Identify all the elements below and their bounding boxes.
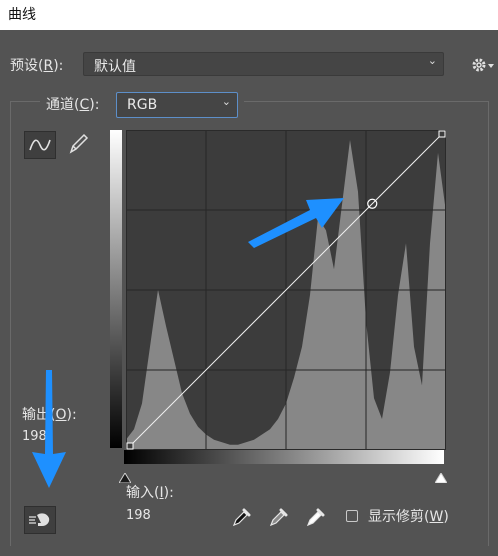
group-border-right	[488, 101, 489, 546]
input-value[interactable]: 198	[126, 508, 151, 523]
pencil-icon	[69, 133, 89, 154]
show-clipping-label[interactable]: 显示修剪(W)	[368, 506, 449, 526]
annotation-arrow-to-tool	[28, 370, 70, 490]
preset-value: 默认值	[94, 59, 136, 75]
target-adjust-tool[interactable]	[24, 506, 56, 534]
title-bar: 曲线	[0, 0, 498, 30]
target-adjust-icon	[29, 513, 50, 526]
white-point-eyedropper-icon[interactable]	[305, 506, 327, 528]
curve-edit-tool[interactable]	[24, 131, 56, 159]
annotation-arrow-to-point	[240, 190, 350, 250]
gray-point-eyedropper-icon[interactable]	[268, 506, 290, 528]
output-gradient-bar	[110, 130, 122, 448]
white-point-slider[interactable]	[434, 472, 448, 487]
pencil-tool[interactable]	[64, 131, 96, 159]
preset-select[interactable]: 默认值 ⌄	[83, 52, 444, 76]
gear-icon[interactable]	[470, 55, 496, 75]
group-border-top-left	[10, 101, 40, 102]
curve-edit-icon	[29, 139, 51, 151]
chevron-down-icon: ⌄	[427, 54, 437, 67]
curve-endpoint-black[interactable]	[126, 442, 134, 450]
chevron-down-icon: ⌄	[221, 95, 231, 108]
input-label: 输入(I):	[126, 485, 174, 501]
curve-endpoint-white[interactable]	[438, 130, 446, 138]
group-border-top-right	[244, 101, 488, 102]
channel-label: 通道(C):	[46, 97, 100, 113]
window-title: 曲线	[8, 7, 36, 23]
group-border-left	[10, 101, 11, 546]
preset-label: 预设(R):	[10, 58, 64, 74]
channel-select[interactable]: RGB ⌄	[116, 92, 238, 118]
show-clipping-checkbox[interactable]	[346, 510, 358, 522]
channel-value: RGB	[127, 97, 158, 113]
black-point-eyedropper-icon[interactable]	[231, 506, 253, 528]
curve-graph[interactable]	[126, 130, 446, 454]
